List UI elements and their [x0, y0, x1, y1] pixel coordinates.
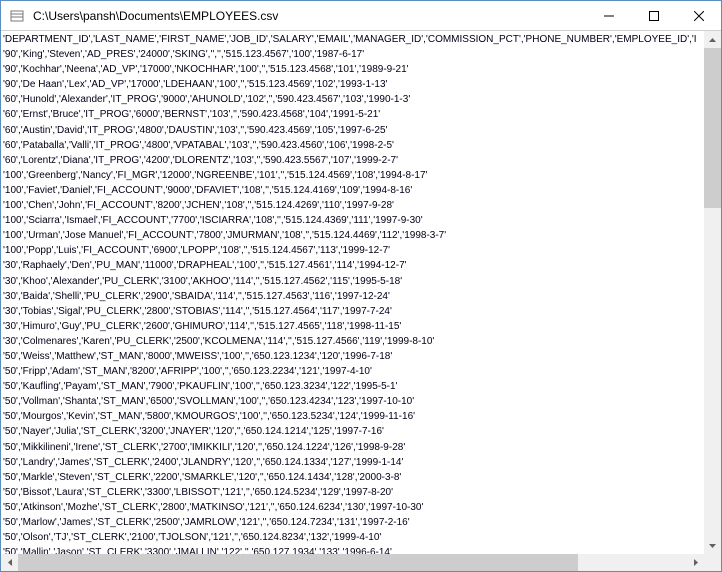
scroll-down-button[interactable] — [704, 537, 721, 554]
content-area: 'DEPARTMENT_ID','LAST_NAME','FIRST_NAME'… — [1, 31, 721, 571]
text-line: '50','Mourgos','Kevin','ST_MAN','5800','… — [3, 409, 702, 424]
scroll-left-button[interactable] — [1, 554, 18, 571]
text-line: '30','Himuro','Guy','PU_CLERK','2600','G… — [3, 319, 702, 334]
window-title: C:\Users\pansh\Documents\EMPLOYEES.csv — [33, 9, 586, 23]
vertical-scrollbar[interactable] — [704, 31, 721, 554]
text-line: '30','Tobias','Sigal','PU_CLERK','2800',… — [3, 304, 702, 319]
text-line: '50','Nayer','Julia','ST_CLERK','3200','… — [3, 424, 702, 439]
text-line: '50','Atkinson','Mozhe','ST_CLERK','2800… — [3, 500, 702, 515]
text-line: '50','Landry','James','ST_CLERK','2400',… — [3, 455, 702, 470]
text-line: '30','Raphaely','Den','PU_MAN','11000','… — [3, 258, 702, 273]
text-line: '90','King','Steven','AD_PRES','24000','… — [3, 47, 702, 62]
text-line: '60','Pataballa','Valli','IT_PROG','4800… — [3, 138, 702, 153]
horizontal-scroll-thumb[interactable] — [18, 554, 578, 571]
scroll-right-button[interactable] — [687, 554, 704, 571]
text-line: '50','Mikkilineni','Irene','ST_CLERK','2… — [3, 440, 702, 455]
text-line: 'DEPARTMENT_ID','LAST_NAME','FIRST_NAME'… — [3, 32, 702, 47]
text-line: '50','Fripp','Adam','ST_MAN','8200','AFR… — [3, 364, 702, 379]
text-line: '100','Sciarra','Ismael','FI_ACCOUNT','7… — [3, 213, 702, 228]
horizontal-scroll-track[interactable] — [18, 554, 687, 571]
text-line: '100','Faviet','Daniel','FI_ACCOUNT','90… — [3, 183, 702, 198]
text-line: '50','Olson','TJ','ST_CLERK','2100','TJO… — [3, 530, 702, 545]
text-line: '60','Hunold','Alexander','IT_PROG','900… — [3, 92, 702, 107]
text-content[interactable]: 'DEPARTMENT_ID','LAST_NAME','FIRST_NAME'… — [1, 31, 704, 554]
app-icon — [9, 8, 25, 24]
text-line: '90','Kochhar','Neena','AD_VP','17000','… — [3, 62, 702, 77]
text-line: '60','Austin','David','IT_PROG','4800','… — [3, 123, 702, 138]
text-line: '100','Popp','Luis','FI_ACCOUNT','6900',… — [3, 243, 702, 258]
text-line: '100','Greenberg','Nancy','FI_MGR','1200… — [3, 168, 702, 183]
text-line: '50','Vollman','Shanta','ST_MAN','6500',… — [3, 394, 702, 409]
vertical-scroll-thumb[interactable] — [704, 48, 721, 208]
close-button[interactable] — [676, 1, 721, 30]
text-line: '50','Weiss','Matthew','ST_MAN','8000','… — [3, 349, 702, 364]
text-line: '100','Chen','John','FI_ACCOUNT','8200',… — [3, 198, 702, 213]
text-line: '60','Ernst','Bruce','IT_PROG','6000','B… — [3, 107, 702, 122]
vertical-scroll-track[interactable] — [704, 48, 721, 537]
text-line: '30','Khoo','Alexander','PU_CLERK','3100… — [3, 274, 702, 289]
horizontal-scrollbar[interactable] — [1, 554, 704, 571]
titlebar: C:\Users\pansh\Documents\EMPLOYEES.csv — [1, 1, 721, 31]
text-line: '30','Baida','Shelli','PU_CLERK','2900',… — [3, 289, 702, 304]
minimize-button[interactable] — [586, 1, 631, 30]
text-line: '50','Kaufling','Payam','ST_MAN','7900',… — [3, 379, 702, 394]
text-line: '60','Lorentz','Diana','IT_PROG','4200',… — [3, 153, 702, 168]
text-line: '100','Urman','Jose Manuel','FI_ACCOUNT'… — [3, 228, 702, 243]
text-line: '50','Markle','Steven','ST_CLERK','2200'… — [3, 470, 702, 485]
text-line: '50','Marlow','James','ST_CLERK','2500',… — [3, 515, 702, 530]
text-line: '50','Mallin','Jason','ST_CLERK','3300',… — [3, 545, 702, 554]
scrollbar-corner — [704, 554, 721, 571]
maximize-button[interactable] — [631, 1, 676, 30]
text-line: '90','De Haan','Lex','AD_VP','17000','LD… — [3, 77, 702, 92]
scroll-up-button[interactable] — [704, 31, 721, 48]
window-controls — [586, 1, 721, 30]
text-line: '30','Colmenares','Karen','PU_CLERK','25… — [3, 334, 702, 349]
text-line: '50','Bissot','Laura','ST_CLERK','3300',… — [3, 485, 702, 500]
